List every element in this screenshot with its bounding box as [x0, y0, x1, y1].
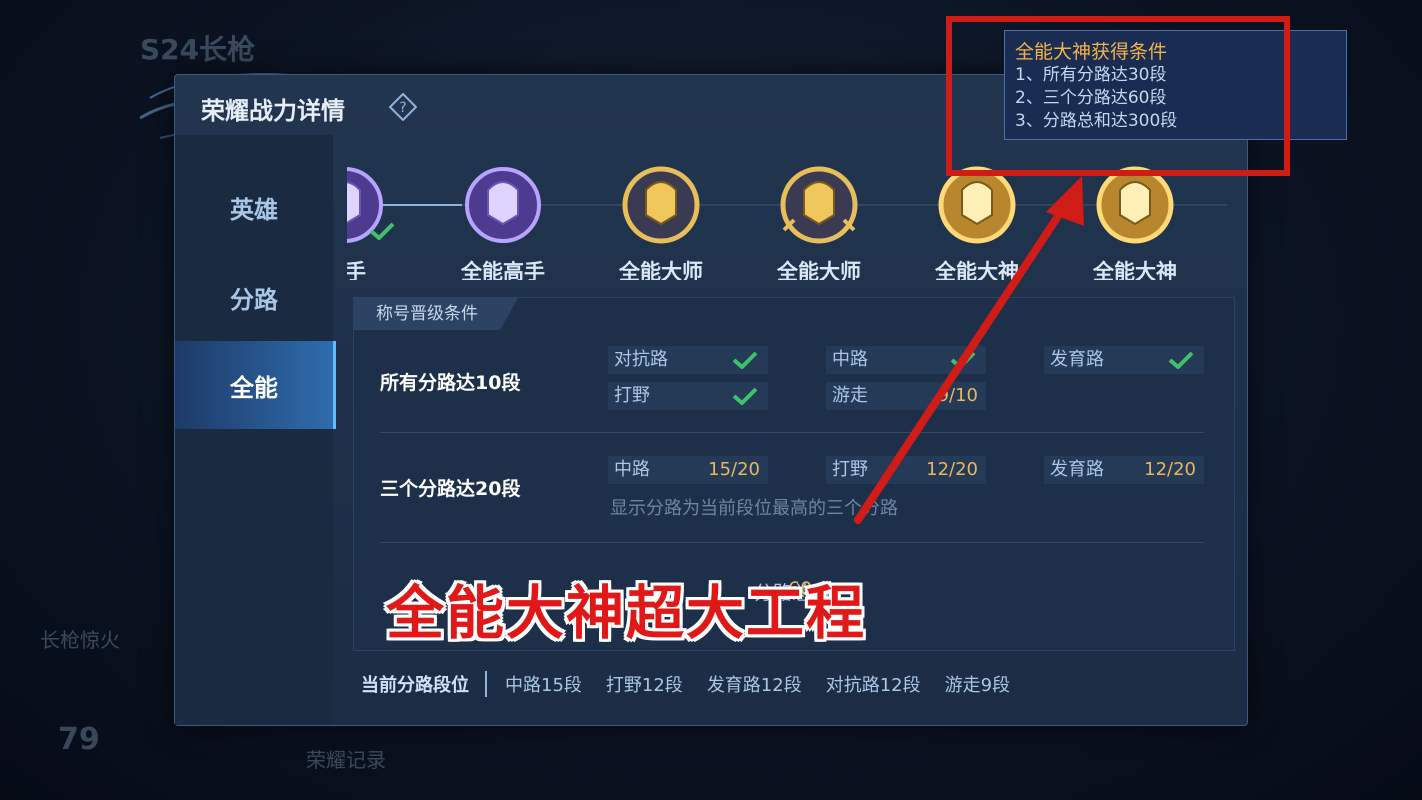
- lane-rank: 对抗路12段: [825, 675, 921, 696]
- badge-allround-master-2[interactable]: 全能大师: [759, 160, 879, 280]
- lane-chip: 中路: [826, 346, 986, 374]
- sidebar: 英雄 分路 全能: [175, 135, 336, 725]
- lane-chip: 游走 9/10: [826, 382, 986, 410]
- check-icon: [1168, 351, 1194, 369]
- row-divider: [380, 542, 1204, 543]
- badge-allround-master-1[interactable]: 全能大师: [601, 160, 721, 280]
- badge-label: 高手: [347, 260, 366, 280]
- check-icon: [369, 222, 395, 240]
- badge-label: 全能大师: [619, 260, 703, 280]
- overlay-caption: 全能大神超大工程: [386, 579, 867, 647]
- row-divider: [380, 432, 1204, 433]
- bg-season-title: S24长枪: [140, 33, 256, 66]
- badge-label: 全能大神: [935, 260, 1019, 280]
- sidebar-item-hero[interactable]: 英雄: [175, 163, 333, 251]
- bg-number: 79: [58, 722, 100, 757]
- current-lane-ranks: 当前分路段位 中路15段 打野12段 发育路12段 对抗路12段 游走9段: [361, 671, 1034, 697]
- footer-divider: [485, 671, 487, 697]
- lane-chip: 发育路: [1044, 346, 1204, 374]
- bg-record: 荣耀记录: [306, 748, 386, 772]
- footer-label: 当前分路段位: [361, 675, 469, 696]
- check-icon: [950, 351, 976, 369]
- lane-rank: 中路15段: [505, 675, 582, 696]
- lane-chip: 打野: [608, 382, 768, 410]
- badge-expert[interactable]: 高手: [347, 160, 405, 280]
- lane-hint: 显示分路为当前段位最高的三个分路: [610, 498, 898, 519]
- svg-text:?: ?: [399, 100, 406, 116]
- badge-label: 全能大师: [777, 260, 861, 280]
- conditions-tab: 称号晋级条件: [354, 298, 518, 330]
- dialog-title: 荣耀战力详情: [201, 97, 345, 125]
- lane-progress: 9/10: [937, 385, 978, 406]
- lane-chip: 中路 15/20: [608, 456, 768, 484]
- lane-progress: 15/20: [708, 459, 760, 480]
- condition-row-title: 三个分路达20段: [380, 478, 521, 500]
- condition-row-title: 所有分路达10段: [380, 372, 521, 394]
- check-icon: [732, 351, 758, 369]
- badge-gold-dark-icon: [780, 166, 858, 244]
- lane-rank: 游走9段: [944, 675, 1011, 696]
- help-icon[interactable]: ?: [389, 93, 417, 121]
- lane-rank: 发育路12段: [706, 675, 802, 696]
- sidebar-item-allround[interactable]: 全能: [175, 341, 336, 429]
- badge-allround-god-1[interactable]: 全能大神: [917, 160, 1037, 280]
- badge-purple-icon: [465, 167, 541, 243]
- badge-gold-dark-icon: [622, 166, 700, 244]
- lane-chip: 打野 12/20: [826, 456, 986, 484]
- badge-allround-god-2[interactable]: 全能大神: [1075, 160, 1195, 280]
- sidebar-item-lane[interactable]: 分路: [175, 253, 333, 341]
- annotation-frame: [946, 16, 1290, 176]
- lane-progress: 12/20: [926, 459, 978, 480]
- lane-chip: 发育路 12/20: [1044, 456, 1204, 484]
- lane-progress: 12/20: [1144, 459, 1196, 480]
- bg-label: 长枪惊火: [40, 628, 120, 652]
- lane-chip: 对抗路: [608, 346, 768, 374]
- badge-label: 全能高手: [461, 260, 545, 280]
- check-icon: [732, 387, 758, 405]
- badge-allround-expert[interactable]: 全能高手: [443, 160, 563, 280]
- badge-label: 全能大神: [1093, 260, 1177, 280]
- lane-rank: 打野12段: [605, 675, 683, 696]
